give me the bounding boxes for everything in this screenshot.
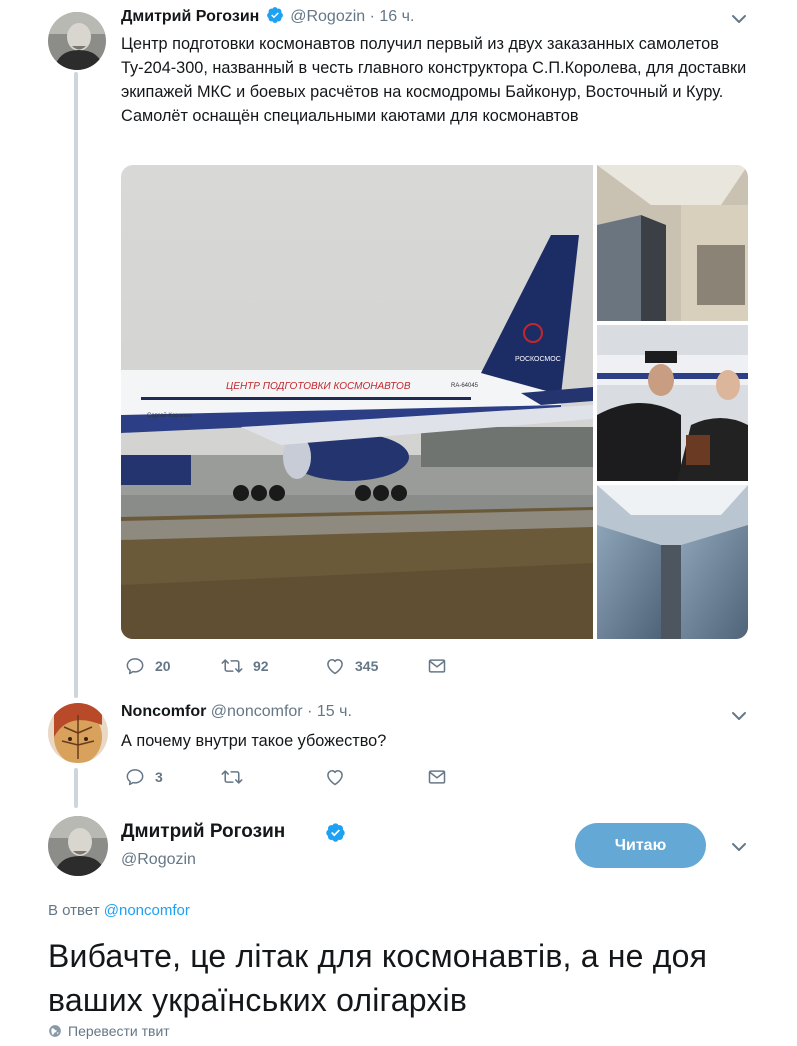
author-name[interactable]: Дмитрий Рогозин (121, 8, 259, 25)
chevron-down-icon[interactable] (729, 837, 749, 857)
direct-message-icon (428, 659, 446, 673)
tweet-timestamp[interactable]: 15 ч. (317, 703, 352, 720)
separator-dot: · (369, 8, 375, 25)
author-handle[interactable]: @noncomfor (211, 703, 303, 720)
like-count: 345 (355, 658, 379, 674)
tweet-media[interactable]: ЦЕНТР ПОДГОТОВКИ КОСМОНАВТОВ РОСКОСМОС С… (121, 165, 748, 639)
reply-count: 3 (155, 769, 163, 785)
retweet-button[interactable]: 92 (221, 656, 325, 676)
reply-button[interactable]: 3 (125, 767, 221, 787)
tweet-text: Вибачте, це літак для космонавтів, а не … (48, 938, 708, 1018)
like-button[interactable] (325, 767, 427, 787)
pilots-photo[interactable] (597, 325, 748, 481)
aircraft-photo[interactable]: ЦЕНТР ПОДГОТОВКИ КОСМОНАВТОВ РОСКОСМОС С… (121, 165, 593, 639)
avatar-rogozin[interactable] (48, 12, 106, 70)
seats-photo[interactable] (597, 485, 748, 639)
reply-count: 20 (155, 658, 171, 674)
tweet-actions: 3 (125, 767, 447, 787)
avatar-rogozin[interactable] (48, 816, 108, 876)
cabin-photo[interactable] (597, 165, 748, 321)
retweet-button[interactable] (221, 767, 325, 787)
follow-button[interactable]: Читаю (575, 823, 706, 868)
tweet-timestamp[interactable]: 16 ч. (379, 8, 414, 25)
separator-dot: · (307, 703, 313, 720)
aircraft-name-text: Сергей Королев (147, 412, 192, 419)
reply-button[interactable]: 20 (125, 656, 221, 676)
like-icon (327, 770, 343, 786)
tweet-text: Центр подготовки космонавтов получил пер… (121, 35, 747, 125)
verified-badge-icon (326, 823, 345, 842)
registration-text: RA-64045 (451, 383, 479, 389)
author-name[interactable]: Noncomfor (121, 703, 206, 720)
avatar-noncomfor[interactable] (48, 703, 108, 763)
tweet-actions: 20 92 345 (125, 656, 447, 676)
translate-tweet-link[interactable]: Перевести твит (48, 1023, 170, 1039)
globe-icon (49, 1025, 61, 1037)
author-name[interactable]: Дмитрий Рогозин (121, 821, 285, 843)
direct-message-button[interactable] (427, 656, 447, 676)
tweet-header: Дмитрий Рогозин @Rogozin · 16 ч. (121, 6, 414, 26)
chevron-down-icon[interactable] (729, 706, 749, 726)
retweet-count: 92 (253, 658, 269, 674)
verified-badge-icon (266, 7, 283, 23)
tweet-header: Noncomfor @noncomfor · 15 ч. (121, 703, 352, 721)
like-icon (327, 659, 343, 675)
retweet-icon (221, 659, 243, 673)
translate-label: Перевести твит (68, 1023, 170, 1039)
livery-text: ЦЕНТР ПОДГОТОВКИ КОСМОНАВТОВ (226, 381, 411, 392)
reply-icon (126, 769, 144, 786)
retweet-icon (221, 770, 243, 784)
like-button[interactable]: 345 (325, 656, 427, 676)
reply-icon (126, 658, 144, 675)
reply-context: В ответ @noncomfor (48, 902, 190, 919)
direct-message-icon (428, 770, 446, 784)
author-handle[interactable]: @Rogozin (290, 8, 365, 25)
chevron-down-icon[interactable] (729, 9, 749, 29)
tail-logo-text: РОСКОСМОС (515, 356, 561, 363)
thread-line (74, 72, 78, 698)
direct-message-button[interactable] (427, 767, 447, 787)
thread-line (74, 768, 78, 808)
reply-prefix: В ответ (48, 902, 100, 919)
tweet-text: А почему внутри такое убожество? (121, 732, 387, 750)
reply-handle-link[interactable]: @noncomfor (104, 902, 190, 919)
author-handle[interactable]: @Rogozin (121, 851, 196, 869)
